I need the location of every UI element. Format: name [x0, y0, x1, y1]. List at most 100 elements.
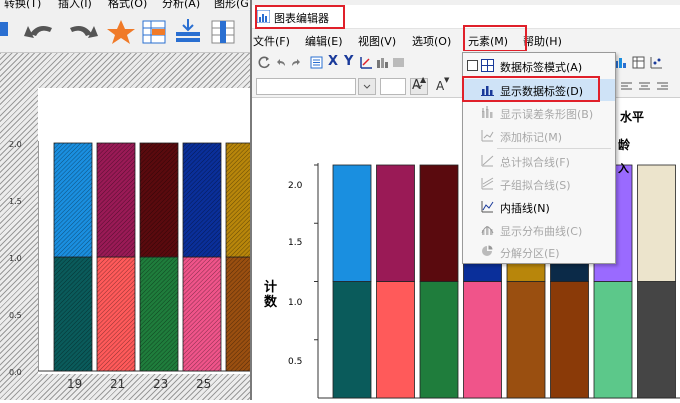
y-tick: 0.5	[288, 357, 303, 367]
bar-hatch-overlay	[183, 143, 221, 371]
bg-y-tick: 0.5	[9, 311, 22, 320]
bg-y-tick: 1.0	[9, 254, 22, 263]
bg-x-tick: 23	[153, 377, 169, 391]
highlight-title	[255, 5, 345, 29]
bar-segment-top	[332, 164, 372, 282]
bar-segment-top	[419, 164, 459, 282]
font-size-select[interactable]	[380, 78, 406, 95]
rotate-icon[interactable]	[258, 56, 271, 69]
chevron-down-icon	[363, 84, 371, 89]
distribution-curve-icon	[481, 226, 494, 235]
align-right-icon[interactable]	[656, 80, 669, 93]
bar-segment-bottom	[376, 281, 415, 399]
legend-title-fragment: 水平	[620, 110, 645, 124]
undo-small-icon[interactable]	[274, 56, 287, 69]
menu-item-explode-slice[interactable]: 分解分区(E)	[463, 241, 615, 263]
menu-item-label: 子组拟合线(S)	[500, 179, 571, 192]
bg-menu-graphs[interactable]: 图形(G)	[214, 0, 252, 10]
menu-edit[interactable]: 编辑(E)	[305, 33, 343, 49]
bar-segment-bottom	[550, 281, 589, 399]
checkbox-icon[interactable]	[467, 60, 478, 71]
menu-item-label: 显示分布曲线(C)	[500, 225, 583, 238]
align-left-icon[interactable]	[620, 80, 633, 93]
bg-y-tick: 0.0	[9, 368, 22, 377]
bar-segment-bottom	[419, 281, 459, 399]
bar-hatch-overlay	[54, 143, 92, 371]
menu-item-total-fit-line[interactable]: 总计拟合线(F)	[463, 150, 615, 172]
menu-view[interactable]: 视图(V)	[358, 33, 396, 49]
menu-item-interpolation-line[interactable]: 内插线(N)	[463, 196, 615, 218]
font-decrease-button[interactable]: A	[436, 79, 444, 93]
chart-title-icon[interactable]	[376, 56, 389, 69]
bar-hatch-overlay	[140, 143, 178, 371]
insert-cases-icon	[176, 19, 200, 42]
bg-x-ticks: 19 21 23 25	[60, 377, 250, 395]
bg-toolbar-icons	[0, 19, 235, 44]
bg-menu-analyze[interactable]: 分析(A)	[162, 0, 200, 10]
bar-segment-bottom	[593, 281, 633, 399]
y-axis-button[interactable]: Y	[344, 54, 353, 69]
scale-icon[interactable]	[360, 56, 373, 69]
highlight-elements-menu	[463, 25, 527, 52]
data-label-mode-icon	[481, 59, 494, 72]
undo-icon	[24, 26, 52, 38]
fit-line-icon	[481, 155, 494, 167]
menu-item-distribution-curve[interactable]: 显示分布曲线(C)	[463, 219, 615, 241]
bg-menubar: 转换(T) 插入(I) 格式(O) 分析(A) 图形(G)	[0, 0, 252, 10]
bar-hatch-overlay	[97, 143, 135, 371]
redo-small-icon[interactable]	[290, 56, 303, 69]
bg-y-tick: 2.0	[9, 140, 22, 149]
bg-y-tick: 1.5	[9, 197, 22, 206]
insert-variable-icon	[211, 20, 235, 44]
bg-x-tick: 21	[110, 377, 126, 391]
bg-toolbar	[0, 10, 252, 53]
menu-separator	[497, 148, 611, 149]
font-family-select[interactable]	[256, 78, 356, 95]
bg-y-ticks: 2.0 1.5 1.0 0.5 0.0	[0, 140, 34, 380]
bar-segment-bottom	[637, 281, 676, 399]
bar-hatch-overlay	[226, 143, 264, 371]
properties-icon[interactable]	[310, 56, 323, 69]
star-icon	[107, 20, 135, 44]
error-bar-icon	[482, 106, 493, 118]
menu-help[interactable]: 帮助(H)	[523, 33, 562, 49]
y-tick: 2.0	[288, 181, 303, 191]
decrease-caret-icon: ▼	[444, 76, 450, 84]
marker-icon	[481, 130, 494, 142]
y-axis-title: 计数	[264, 280, 278, 310]
bg-menu-transform[interactable]: 转换(T)	[4, 0, 41, 10]
font-family-dropdown-button[interactable]	[358, 78, 376, 95]
menu-item-error-bars[interactable]: 显示误差条形图(B)	[463, 102, 615, 124]
menu-options[interactable]: 选项(O)	[412, 33, 451, 49]
menu-item-label: 总计拟合线(F)	[500, 156, 570, 169]
bg-x-tick: 25	[196, 377, 212, 391]
bg-menu-insert[interactable]: 插入(I)	[58, 0, 92, 10]
menu-item-add-markers[interactable]: 添加标记(M)	[463, 125, 615, 147]
bg-bars	[34, 141, 265, 372]
bar-segment-top	[376, 164, 415, 282]
legend-entry-fragment: 入	[618, 162, 629, 175]
bar-segment-bottom	[463, 281, 502, 399]
explode-slice-icon	[482, 245, 493, 256]
menu-item-label: 添加标记(M)	[500, 131, 563, 144]
menu-item-subgroup-fit-line[interactable]: 子组拟合线(S)	[463, 173, 615, 195]
scatter-icon[interactable]	[650, 56, 663, 69]
bar-segment-bottom	[506, 281, 546, 399]
align-center-icon[interactable]	[638, 80, 651, 93]
menu-item-data-label-mode[interactable]: 数据标签模式(A)	[463, 55, 615, 77]
menu-item-label: 分解分区(E)	[500, 247, 560, 260]
highlight-show-data-labels	[462, 76, 600, 102]
bar-segment-top	[637, 164, 676, 282]
partial-tool-icon[interactable]	[392, 56, 405, 69]
legend-subtitle-fragment: 龄	[618, 138, 631, 152]
interpolation-line-icon	[481, 201, 494, 213]
bg-menu-format[interactable]: 格式(O)	[108, 0, 147, 10]
increase-caret-icon: ▲	[420, 75, 427, 84]
y-tick: 1.5	[288, 238, 303, 248]
bg-x-tick: 19	[67, 377, 83, 391]
menu-file[interactable]: 文件(F)	[253, 33, 290, 49]
table-view-icon[interactable]	[632, 56, 645, 69]
x-axis-button[interactable]: X	[328, 54, 338, 69]
table-icon	[142, 20, 166, 44]
menu-item-label: 显示误差条形图(B)	[500, 108, 594, 121]
